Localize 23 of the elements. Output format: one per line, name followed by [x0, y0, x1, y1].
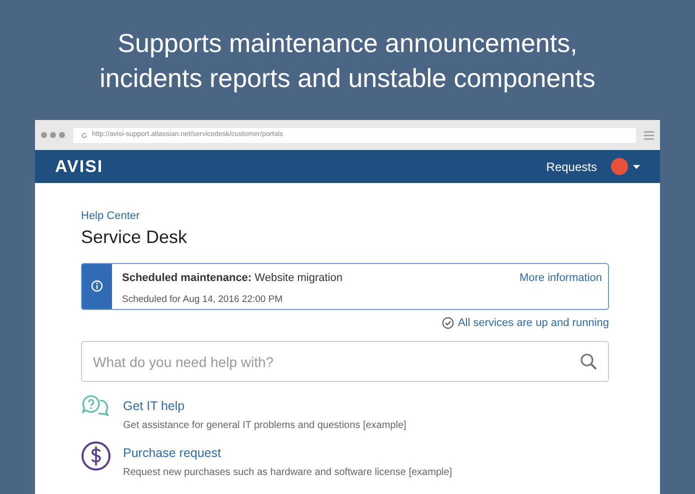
menu-icon[interactable]	[644, 130, 654, 140]
schedule-text: Scheduled for Aug 14, 2016 22:00 PM	[122, 293, 284, 308]
more-information-link[interactable]: More information	[519, 264, 608, 309]
status-link[interactable]: All services are up and running	[458, 314, 609, 332]
requests-link[interactable]: Requests	[546, 158, 597, 176]
caret-icon[interactable]	[633, 164, 640, 168]
search-field[interactable]: What do you need help with?	[81, 341, 609, 382]
headline-text: incidents reports and unstable components	[100, 62, 596, 95]
announcement-text: Scheduled maintenance: Website migration	[122, 270, 344, 286]
request-type-description: Request new purchases such as hardware and software license [example]	[123, 466, 452, 480]
avatar-icon[interactable]	[611, 158, 628, 175]
page-title: Service Desk	[81, 227, 188, 249]
breadcrumb-link[interactable]: Help Center	[81, 208, 140, 224]
headline-text: Supports maintenance announcements,	[118, 27, 578, 60]
window-controls-icon	[41, 132, 65, 138]
reload-icon[interactable]	[81, 132, 88, 138]
logo[interactable]: AVISI	[55, 154, 104, 180]
request-type-link[interactable]: Purchase request	[123, 444, 221, 463]
search-icon[interactable]	[580, 353, 597, 370]
info-icon	[91, 280, 103, 292]
request-type-description: Get assistance for general IT problems and questions [example]	[123, 419, 406, 434]
request-type-link[interactable]: Get IT help	[123, 397, 185, 416]
check-circle-icon	[442, 316, 454, 329]
